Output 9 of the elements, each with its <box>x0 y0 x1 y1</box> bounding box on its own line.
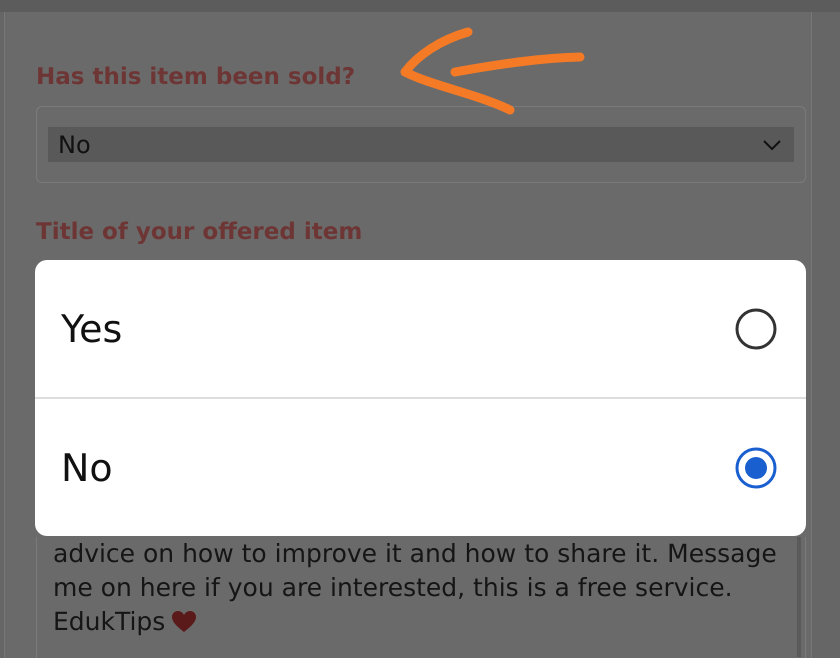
option-item[interactable]: Yes <box>35 260 806 397</box>
description-text: EdukTips <box>53 606 166 638</box>
heart-icon <box>171 610 198 634</box>
option-item[interactable]: No <box>35 397 806 536</box>
description-text: advice on how to improve it and how to share it. Message <box>53 538 777 570</box>
chevron-down-icon <box>762 138 782 150</box>
radio-button[interactable] <box>734 446 778 490</box>
radio-button[interactable] <box>734 306 778 350</box>
description-text: me on here if you are interested, this is a free service. <box>53 572 733 604</box>
